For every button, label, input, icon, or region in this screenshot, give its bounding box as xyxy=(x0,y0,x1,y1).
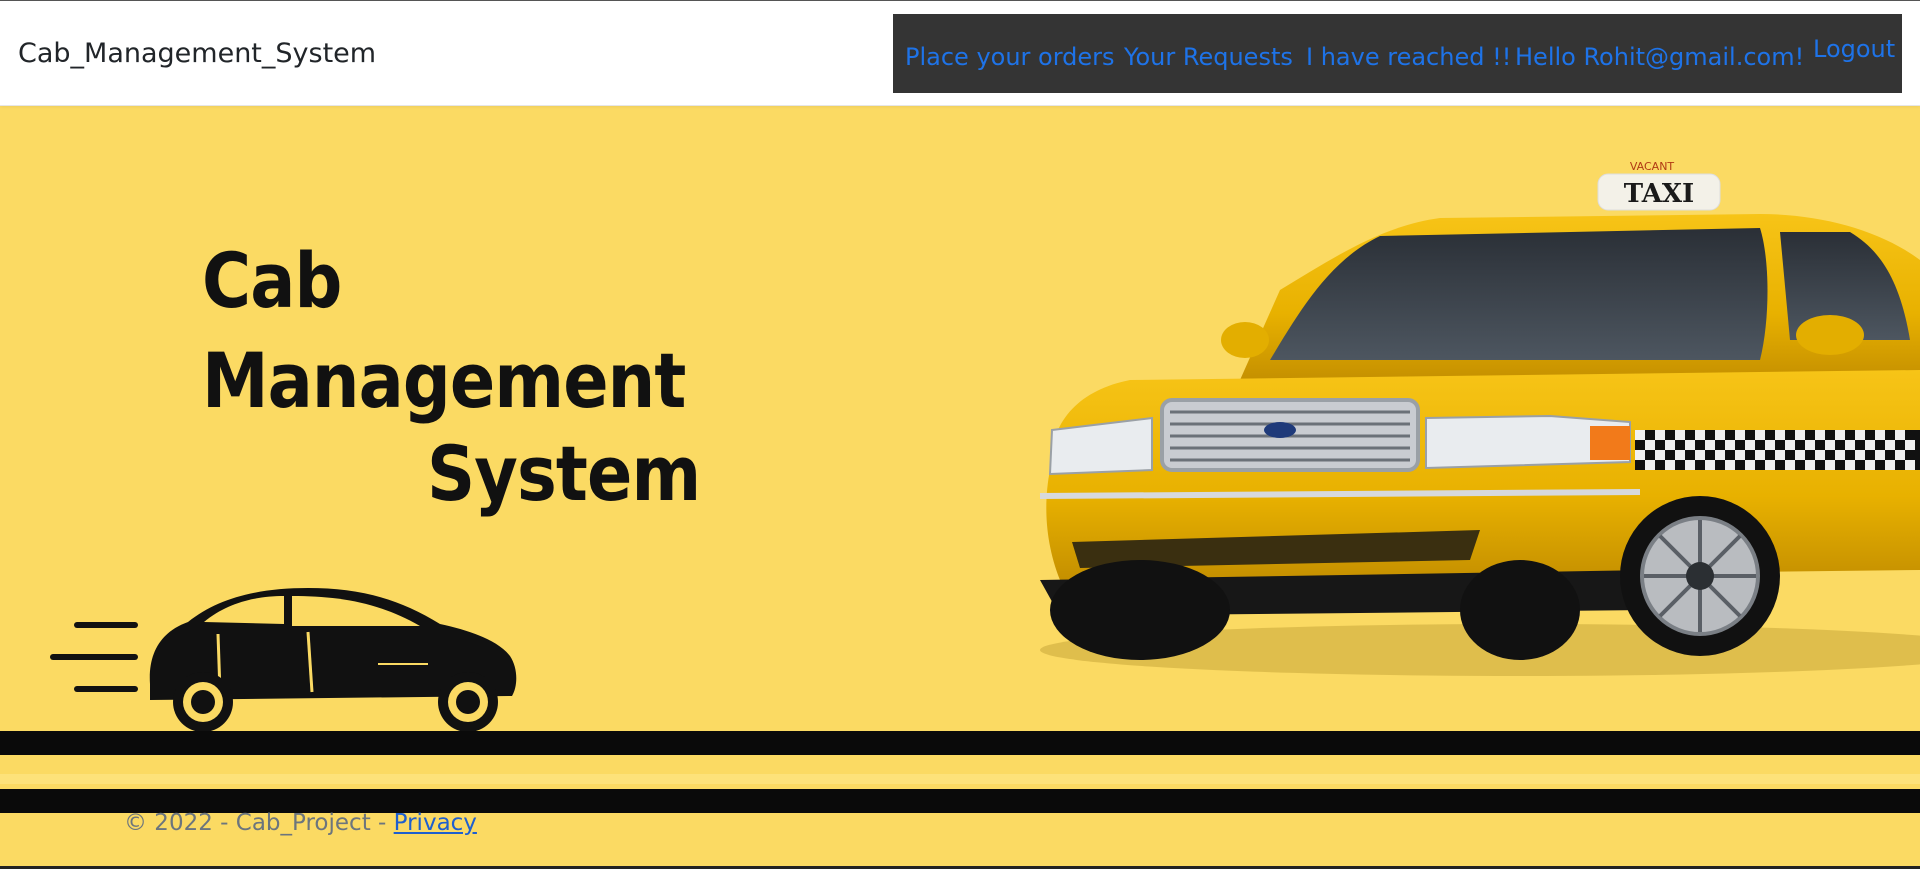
nav-user-greeting-link[interactable]: Hello Rohit@gmail.com! xyxy=(1515,42,1804,72)
hero-title-line-3: System xyxy=(427,429,701,518)
footer: © 2022 - Cab_Project - Privacy xyxy=(124,810,477,836)
nav-your-requests-link[interactable]: Your Requests xyxy=(1124,42,1293,72)
road-stripe xyxy=(0,731,1920,755)
taxi-car-image: TAXI VACANT xyxy=(1039,160,1920,676)
taxi-sign-top-text: VACANT xyxy=(1630,160,1675,173)
hero-title-line-1: Cab xyxy=(202,236,342,325)
logout-button[interactable]: Logout xyxy=(1813,34,1895,64)
road-stripe-light xyxy=(0,774,1920,784)
nav-menu: Place your orders Your Requests I have r… xyxy=(893,14,1902,93)
brand-link[interactable]: Cab_Management_System xyxy=(18,38,376,70)
nav-place-orders-link[interactable]: Place your orders xyxy=(905,42,1115,72)
navbar: Cab_Management_System Place your orders … xyxy=(0,0,1920,106)
taxi-sign-text: TAXI xyxy=(1624,179,1694,209)
hero-title-line-2: Management xyxy=(202,336,686,425)
footer-copyright: © 2022 - Cab_Project - xyxy=(124,810,394,836)
nav-reached-link[interactable]: I have reached !! xyxy=(1306,42,1511,72)
privacy-link[interactable]: Privacy xyxy=(394,810,477,836)
car-silhouette-icon xyxy=(50,588,517,732)
hero-banner: Cab Management System TAXI VACANT xyxy=(0,106,1920,866)
